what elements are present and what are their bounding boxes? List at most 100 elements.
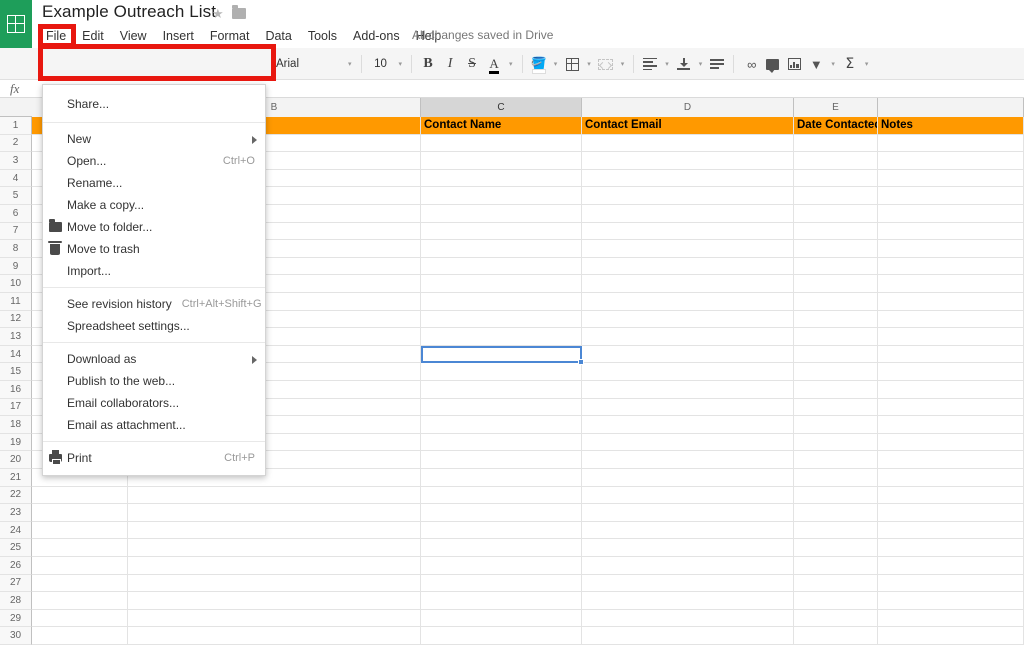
cell[interactable] [421,328,582,346]
insert-link-button[interactable]: ∞ [739,51,761,77]
filter-caret-icon[interactable]: ▾ [827,60,839,68]
bold-button[interactable]: B [417,51,439,77]
cell[interactable] [421,469,582,487]
cell[interactable] [582,433,794,452]
row-header[interactable]: 21 [0,469,32,487]
cell[interactable] [421,451,582,469]
cell[interactable] [421,539,582,557]
cell[interactable] [878,222,1024,241]
row-header[interactable]: 25 [0,539,32,557]
cell[interactable] [128,574,421,593]
cell[interactable] [582,275,794,293]
menu-item-print[interactable]: Print Ctrl+P [43,447,265,469]
row-header[interactable]: 2 [0,134,32,153]
cell[interactable] [794,451,878,469]
cell[interactable] [32,609,128,628]
cell[interactable] [582,310,794,329]
cell[interactable] [878,240,1024,258]
cell[interactable] [582,539,794,557]
cell[interactable] [582,398,794,417]
cell[interactable] [878,205,1024,223]
cell[interactable] [794,609,878,628]
cell[interactable] [421,257,582,276]
cell[interactable] [128,504,421,522]
cell[interactable] [421,592,582,610]
row-header[interactable]: 24 [0,521,32,540]
cell[interactable] [878,433,1024,452]
row-header[interactable]: 22 [0,486,32,505]
cell[interactable] [421,557,582,575]
insert-chart-button[interactable] [783,51,805,77]
cell[interactable] [32,592,128,610]
menu-item-rename[interactable]: Rename... [43,172,265,194]
cell[interactable] [421,187,582,205]
cell[interactable] [794,557,878,575]
cell[interactable] [794,169,878,188]
insert-comment-button[interactable] [761,51,783,77]
cell[interactable] [421,310,582,329]
cell[interactable] [582,240,794,258]
row-header[interactable]: 7 [0,222,32,241]
text-wrap-button[interactable] [706,51,728,77]
menu-item-publish-to-the-web[interactable]: Publish to the web... [43,370,265,392]
cell[interactable] [582,187,794,205]
cell[interactable] [32,627,128,645]
menu-item-email-as-attachment[interactable]: Email as attachment... [43,414,265,436]
font-family-caret-icon[interactable]: ▾ [344,60,356,68]
row-header[interactable]: 11 [0,293,32,311]
row-header[interactable]: 23 [0,504,32,522]
cell[interactable] [794,222,878,241]
cell[interactable] [878,134,1024,153]
cell[interactable] [794,310,878,329]
cell[interactable] [32,574,128,593]
fill-color-caret-icon[interactable]: ▾ [550,60,562,68]
cell[interactable] [794,328,878,346]
cell[interactable] [582,222,794,241]
cell[interactable] [421,363,582,381]
cell[interactable] [421,398,582,417]
cell[interactable] [794,205,878,223]
font-size-selector[interactable]: 10 [367,58,395,70]
cell[interactable] [32,539,128,557]
row-header[interactable]: 18 [0,416,32,434]
cell[interactable] [421,486,582,505]
menu-view[interactable]: View [112,27,155,45]
cell[interactable] [421,574,582,593]
column-header-C[interactable]: C [421,98,582,117]
cell[interactable]: Date Contacted [794,117,878,135]
font-family-selector[interactable]: Arial [270,58,344,70]
cell[interactable] [32,504,128,522]
cell[interactable] [878,363,1024,381]
cell[interactable] [582,345,794,364]
cell[interactable] [421,433,582,452]
cell[interactable] [794,433,878,452]
cell[interactable] [878,169,1024,188]
cell[interactable] [421,521,582,540]
cell[interactable]: Notes [878,117,1024,135]
cell[interactable] [878,574,1024,593]
row-header[interactable]: 27 [0,574,32,593]
strikethrough-button[interactable]: S [461,51,483,77]
row-header[interactable]: 14 [0,345,32,364]
cell[interactable] [878,275,1024,293]
cell[interactable] [794,486,878,505]
cell[interactable] [794,381,878,399]
cell[interactable] [582,574,794,593]
vertical-align-button[interactable] [673,51,695,77]
menu-item-move-to-folder[interactable]: Move to folder... [43,216,265,238]
text-color-caret-icon[interactable]: ▾ [505,60,517,68]
cell[interactable] [878,293,1024,311]
cell[interactable] [582,469,794,487]
functions-button[interactable]: Σ [839,51,861,77]
cell[interactable] [794,416,878,434]
cell[interactable] [794,345,878,364]
cell[interactable] [582,169,794,188]
row-header[interactable]: 28 [0,592,32,610]
cell[interactable] [32,557,128,575]
functions-caret-icon[interactable]: ▾ [861,60,873,68]
row-header[interactable]: 19 [0,433,32,452]
cell[interactable] [878,592,1024,610]
row-header[interactable]: 15 [0,363,32,381]
cell[interactable] [794,398,878,417]
column-header-E[interactable]: E [794,98,878,117]
